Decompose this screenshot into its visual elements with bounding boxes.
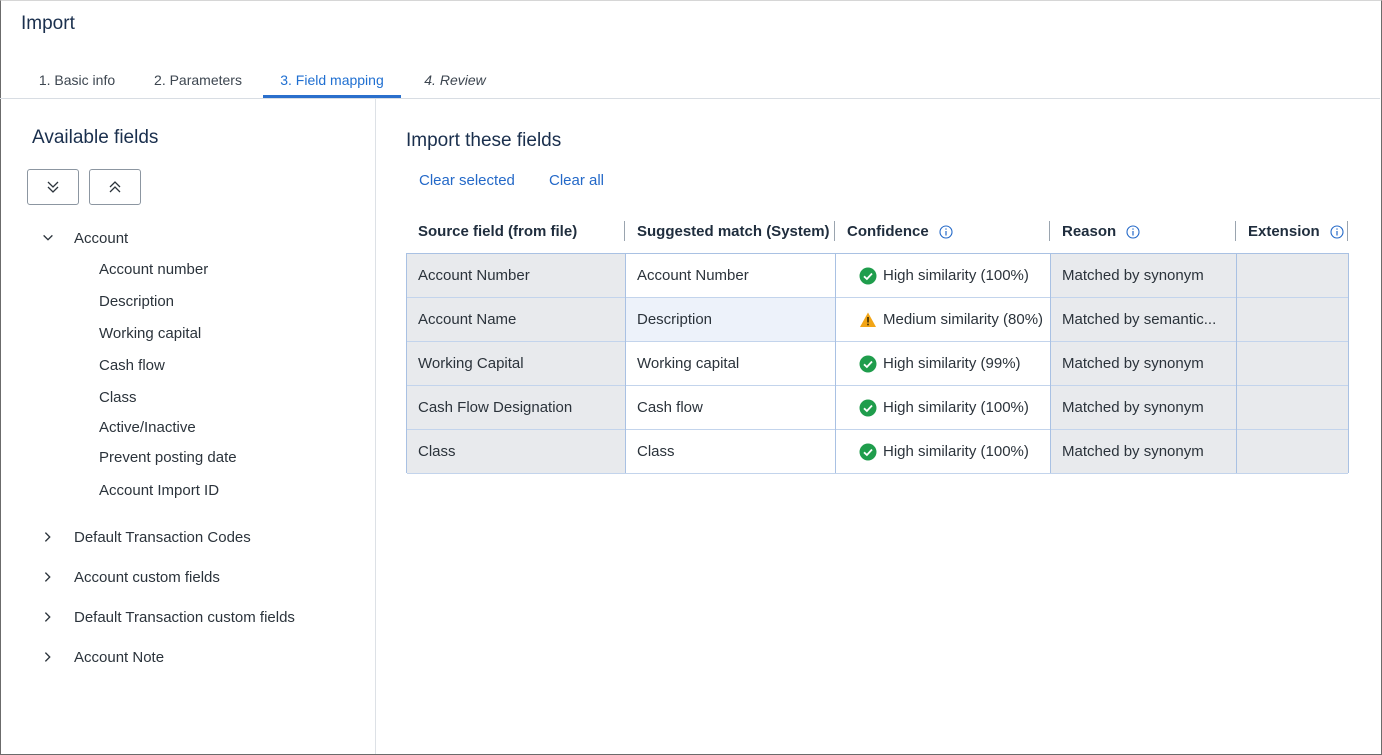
extension-cell[interactable] [1237,254,1348,297]
extension-cell[interactable] [1237,386,1348,429]
page-title: Import [21,13,75,34]
table-row[interactable]: Account Number Account Number High simil… [407,254,1348,298]
tree-item-description[interactable]: Description [99,291,174,313]
suggested-match-cell[interactable]: Class [626,430,835,473]
column-header-extension[interactable]: Extension [1248,218,1344,246]
column-gridline [835,254,836,472]
source-field-cell[interactable]: Cash Flow Designation [407,386,625,429]
column-divider [1049,221,1050,241]
source-field-cell[interactable]: Account Number [407,254,625,297]
suggested-match-cell[interactable]: Account Number [626,254,835,297]
confidence-cell: High similarity (100%) [836,386,1050,429]
confidence-text: High similarity (100%) [883,399,1029,416]
confidence-cell: High similarity (99%) [836,342,1050,385]
available-fields-panel: Available fields Account Account number … [0,99,376,754]
chevron-right-icon [40,609,56,625]
tree-node-label: Account custom fields [74,568,220,586]
table-row[interactable]: Cash Flow Designation Cash flow High sim… [407,386,1348,430]
tree-node-label: Default Transaction Codes [74,528,251,546]
confidence-cell: High similarity (100%) [836,430,1050,473]
tree-item-prevent-posting-date[interactable]: Prevent posting date [99,447,237,469]
clear-all-link[interactable]: Clear all [549,172,604,189]
extension-cell[interactable] [1237,298,1348,341]
tree-node-default-transaction-custom-fields[interactable]: Default Transaction custom fields [40,605,295,629]
tree-node-account-custom-fields[interactable]: Account custom fields [40,565,220,589]
tree-item-active-inactive[interactable]: Active/Inactive [99,417,196,439]
confidence-text: High similarity (99%) [883,355,1021,372]
column-header-confidence[interactable]: Confidence [847,218,953,246]
check-circle-icon [859,443,877,460]
confidence-cell: High similarity (100%) [836,254,1050,297]
source-field-cell[interactable]: Working Capital [407,342,625,385]
mapping-table: Account Number Account Number High simil… [406,253,1349,474]
tree-item-class[interactable]: Class [99,387,137,409]
reason-cell: Matched by synonym [1051,386,1236,429]
clear-selected-link[interactable]: Clear selected [419,172,515,189]
chevron-right-icon [40,649,56,665]
tree-node-account-note[interactable]: Account Note [40,645,164,669]
confidence-text: Medium similarity (80%) [883,311,1044,328]
check-circle-icon [859,267,877,284]
extension-cell[interactable] [1237,342,1348,385]
double-chevron-down-icon [47,181,59,193]
expand-all-button[interactable] [27,169,79,205]
tab-parameters[interactable]: 2. Parameters [142,62,254,98]
column-divider [834,221,835,241]
tree-item-account-import-id[interactable]: Account Import ID [99,480,219,502]
confidence-text: High similarity (100%) [883,267,1029,284]
column-header-reason[interactable]: Reason [1062,218,1140,246]
tree-node-label: Account [74,229,129,247]
table-row[interactable]: Class Class High similarity (100%) Match… [407,430,1348,474]
tree-item-working-capital[interactable]: Working capital [99,323,201,345]
column-divider [624,221,625,241]
tab-review[interactable]: 4. Review [414,62,496,98]
tree-item-account-number[interactable]: Account number [99,259,208,281]
reason-cell: Matched by synonym [1051,342,1236,385]
tree-node-label: Default Transaction custom fields [74,608,295,626]
reason-cell: Matched by semantic... [1051,298,1236,341]
confidence-text: High similarity (100%) [883,443,1029,460]
chevron-down-icon [40,230,56,246]
available-fields-title: Available fields [32,127,159,148]
warning-icon [860,312,876,327]
column-gridline [1236,254,1237,472]
tab-basic-info[interactable]: 1. Basic info [26,62,128,98]
column-gridline [625,254,626,472]
tree-node-default-transaction-codes[interactable]: Default Transaction Codes [40,525,251,549]
import-fields-title: Import these fields [406,130,562,151]
column-divider [1235,221,1236,241]
chevron-right-icon [40,529,56,545]
double-chevron-up-icon [109,181,121,193]
column-gridline [1050,254,1051,472]
tree-node-label: Account Note [74,648,165,666]
info-icon[interactable] [1126,225,1140,239]
tree-node-account[interactable]: Account [40,226,128,250]
collapse-all-button[interactable] [89,169,141,205]
column-header-suggested-match[interactable]: Suggested match (System) [637,218,830,246]
tab-field-mapping[interactable]: 3. Field mapping [263,62,401,98]
tree-item-cash-flow[interactable]: Cash flow [99,355,165,377]
info-icon[interactable] [939,225,953,239]
table-row[interactable]: Account Name Description Medium similari… [407,298,1348,342]
suggested-match-cell[interactable]: Cash flow [626,386,835,429]
reason-cell: Matched by synonym [1051,254,1236,297]
column-divider [1347,221,1348,241]
wizard-tabs: 1. Basic info 2. Parameters 3. Field map… [0,62,1380,99]
check-circle-icon [859,399,877,416]
source-field-cell[interactable]: Class [407,430,625,473]
table-row[interactable]: Working Capital Working capital High sim… [407,342,1348,386]
confidence-cell: Medium similarity (80%) [836,298,1050,341]
check-circle-icon [859,355,877,372]
column-header-source[interactable]: Source field (from file) [418,218,577,246]
suggested-match-cell[interactable]: Description [626,298,835,341]
reason-cell: Matched by synonym [1051,430,1236,473]
chevron-right-icon [40,569,56,585]
source-field-cell[interactable]: Account Name [407,298,625,341]
extension-cell[interactable] [1237,430,1348,473]
suggested-match-cell[interactable]: Working capital [626,342,835,385]
info-icon[interactable] [1330,225,1344,239]
